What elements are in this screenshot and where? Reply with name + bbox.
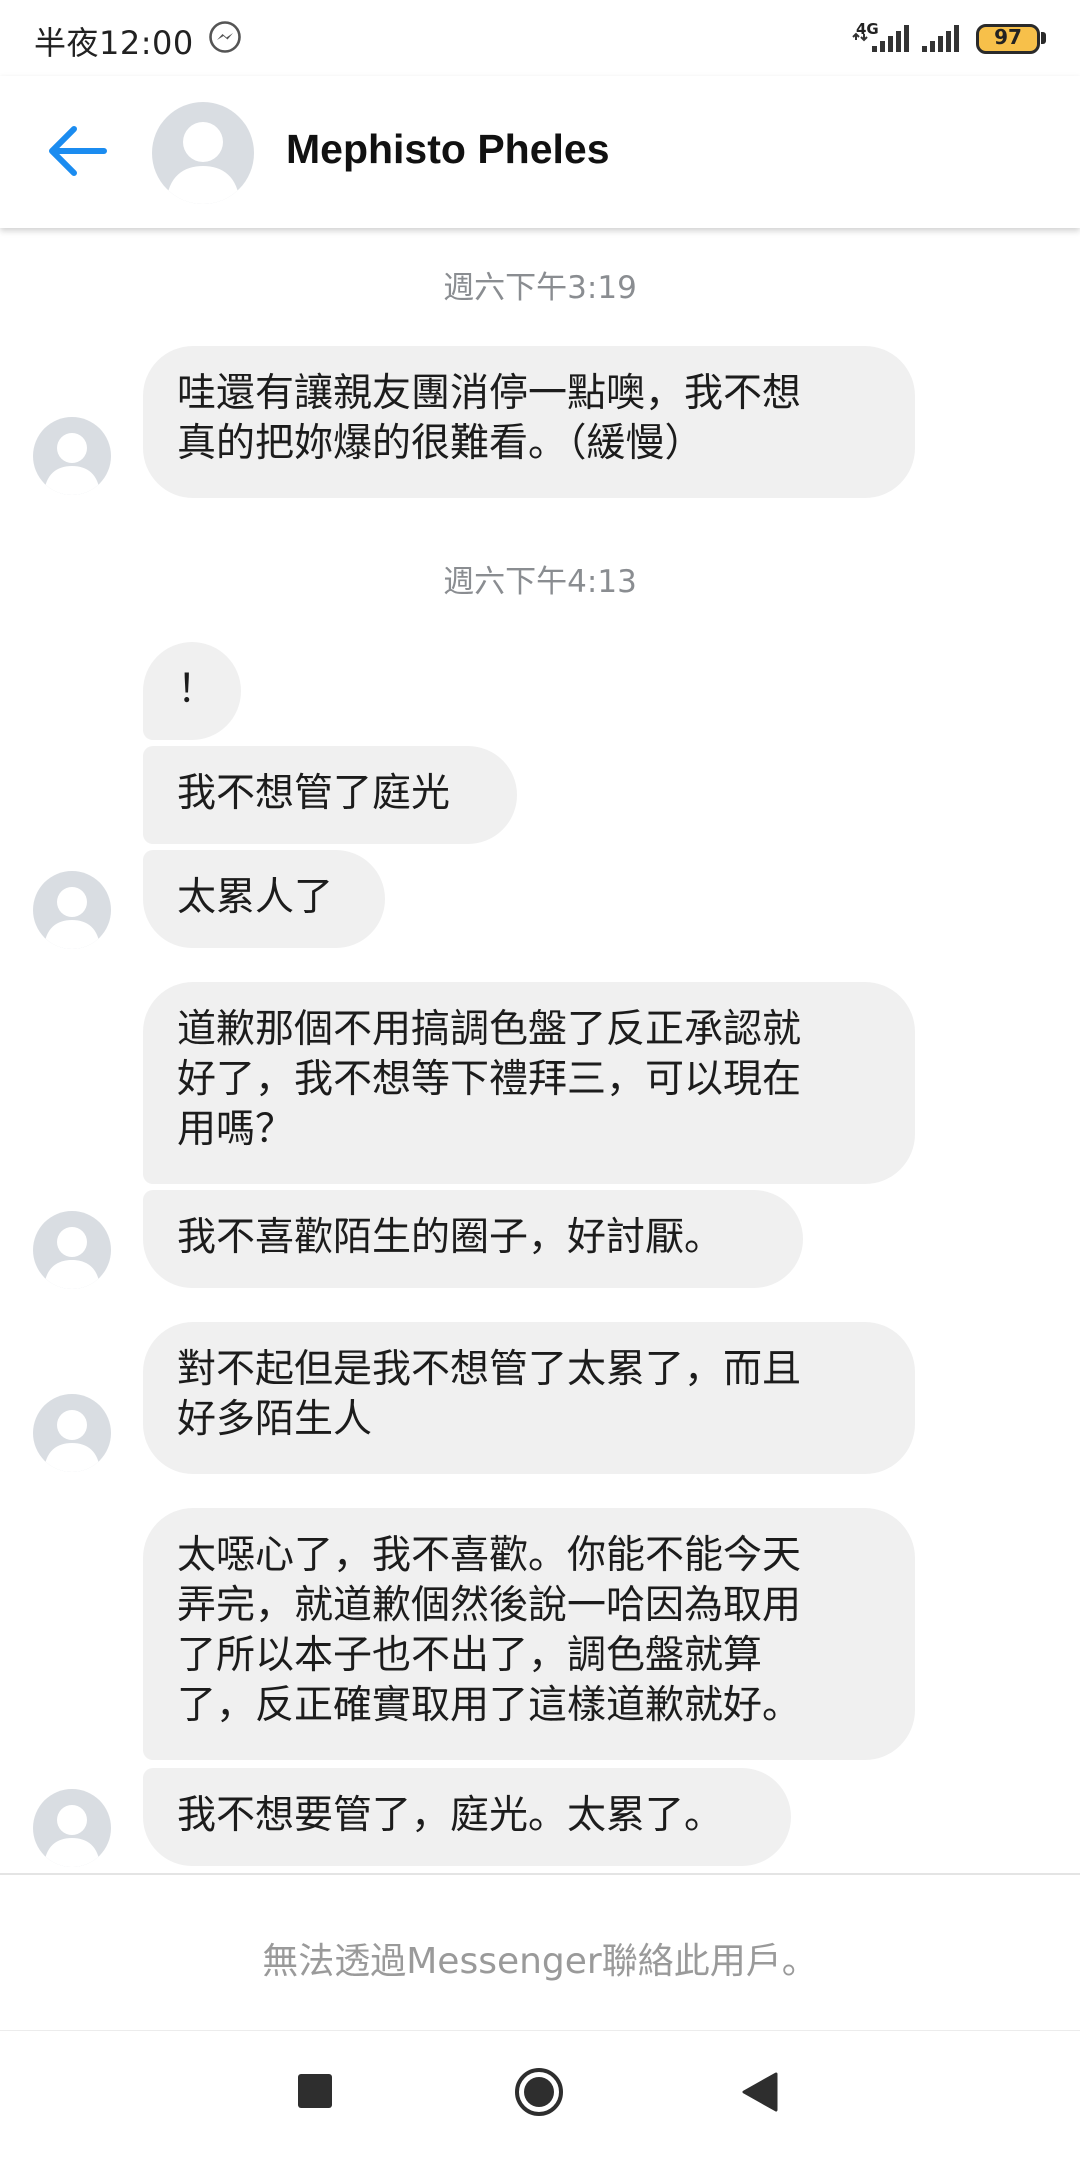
message-bubble[interactable]: ！ (143, 642, 241, 740)
message-bubble[interactable]: 對不起但是我不想管了太累了，而且 好多陌生人 (143, 1322, 915, 1474)
messenger-icon (209, 21, 241, 53)
person-silhouette-icon (44, 1805, 100, 1867)
back-arrow-icon[interactable] (42, 116, 112, 186)
person-silhouette-icon (166, 122, 240, 204)
contact-avatar[interactable] (152, 102, 254, 204)
sender-avatar[interactable] (33, 1211, 111, 1289)
message-bubble[interactable]: 太累人了 (143, 850, 385, 948)
footer-divider (0, 1873, 1080, 1875)
message-bubble[interactable]: 道歉那個不用搞調色盤了反正承認就 好了，我不想等下禮拜三，可以現在 用嗎？ (143, 982, 915, 1184)
message-bubble[interactable]: 我不喜歡陌生的圈子，好討厭。 (143, 1190, 803, 1288)
conversation-header: Mephisto Pheles (0, 76, 1080, 228)
sender-avatar[interactable] (33, 871, 111, 949)
message-bubble[interactable]: 太噁心了，我不喜歡。你能不能今天 弄完，就道歉個然後說一哈因為取用 了所以本子也… (143, 1508, 915, 1760)
signal-strength-2-icon (922, 25, 959, 52)
square-icon[interactable] (298, 2074, 332, 2108)
person-silhouette-icon (44, 1410, 100, 1472)
timestamp: 週六下午3:19 (443, 270, 637, 306)
message-list[interactable]: 週六下午3:19 哇還有讓親友團消停一點噢，我不想 真的把妳爆的很難看。（緩慢）… (0, 228, 1080, 1873)
contact-name[interactable]: Mephisto Pheles (286, 126, 610, 173)
message-bubble[interactable]: 我不想要管了，庭光。太累了。 (143, 1768, 791, 1866)
message-bubble[interactable]: 我不想管了庭光 (143, 746, 517, 844)
timestamp: 週六下午4:13 (443, 564, 637, 600)
status-bar: 半夜12:00 4G 97 (0, 0, 1080, 76)
status-time: 半夜12:00 (34, 24, 194, 62)
battery-cap (1041, 32, 1046, 44)
person-silhouette-icon (44, 433, 100, 495)
home-circle-icon[interactable] (513, 2066, 565, 2118)
sender-avatar[interactable] (33, 1394, 111, 1472)
sender-avatar[interactable] (33, 1789, 111, 1867)
person-silhouette-icon (44, 1227, 100, 1289)
cannot-message-notice: 無法透過Messenger聯絡此用戶。 (262, 1941, 818, 1982)
signal-strength-icon (852, 25, 909, 52)
message-bubble[interactable]: 哇還有讓親友團消停一點噢，我不想 真的把妳爆的很難看。（緩慢） (143, 346, 915, 498)
person-silhouette-icon (44, 887, 100, 949)
battery-level: 97 (994, 25, 1022, 49)
triangle-back-icon[interactable] (740, 2071, 780, 2113)
sender-avatar[interactable] (33, 417, 111, 495)
